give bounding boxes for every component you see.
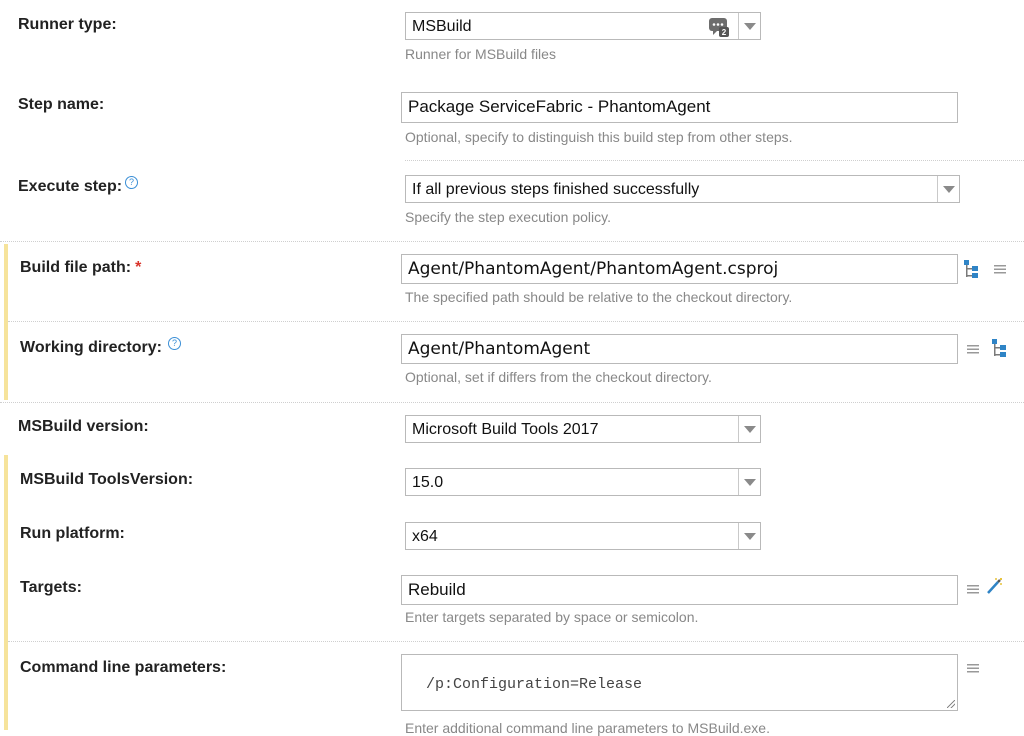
divider — [405, 160, 1024, 161]
execute-step-label-text: Execute step: — [18, 178, 123, 195]
execute-step-value: If all previous steps finished successfu… — [412, 181, 700, 198]
required-marker: * — [135, 259, 142, 276]
working-directory-note: Optional, set if differs from the checko… — [405, 369, 712, 385]
working-directory-label-text: Working directory: — [20, 339, 162, 356]
build-file-path-note: The specified path should be relative to… — [405, 289, 793, 305]
chevron-down-icon[interactable] — [738, 416, 760, 442]
targets-label: Targets: — [20, 579, 82, 596]
command-line-label: Command line parameters: — [20, 659, 227, 676]
build-file-path-label-text: Build file path: — [20, 259, 132, 276]
tools-version-label: MSBuild ToolsVersion: — [20, 471, 194, 488]
build-file-path-input[interactable]: Agent/PhantomAgent/PhantomAgent.csproj — [401, 254, 958, 284]
magic-wand-icon[interactable] — [985, 577, 1003, 595]
msbuild-version-label: MSBuild version: — [18, 418, 149, 435]
runner-type-label: Runner type: — [18, 16, 117, 33]
file-tree-icon[interactable] — [963, 259, 981, 278]
execute-step-label: Execute step:? — [18, 176, 139, 196]
build-file-path-label: Build file path: * — [20, 259, 141, 277]
runner-type-value: MSBuild — [412, 18, 472, 35]
help-circle-icon[interactable]: ? — [167, 337, 181, 350]
msbuild-version-select[interactable]: Microsoft Build Tools 2017 — [405, 415, 761, 443]
runner-type-select[interactable]: MSBuild 2 — [405, 12, 761, 40]
chevron-down-icon[interactable] — [738, 523, 760, 549]
targets-note: Enter targets separated by space or semi… — [405, 609, 699, 625]
help-circle-icon[interactable]: ? — [125, 176, 139, 189]
modified-marker — [4, 455, 8, 730]
run-platform-label: Run platform: — [20, 525, 125, 542]
text-list-icon[interactable] — [965, 581, 983, 599]
runner-type-note: Runner for MSBuild files — [405, 46, 556, 62]
working-directory-input[interactable]: Agent/PhantomAgent — [401, 334, 958, 364]
text-list-icon[interactable] — [992, 261, 1010, 279]
working-directory-label: Working directory:? — [20, 337, 181, 357]
text-list-icon[interactable] — [965, 341, 983, 359]
command-line-value: /p:Configuration=Release — [426, 676, 643, 693]
tools-version-select[interactable]: 15.0 — [405, 468, 761, 496]
resize-grip-icon[interactable] — [947, 700, 955, 708]
run-platform-select[interactable]: x64 — [405, 522, 761, 550]
chevron-down-icon[interactable] — [738, 13, 760, 39]
divider — [0, 241, 1024, 242]
text-list-icon[interactable] — [965, 660, 983, 678]
command-line-textarea[interactable]: /p:Configuration=Release — [401, 654, 958, 711]
run-platform-value: x64 — [412, 528, 438, 545]
command-line-note: Enter additional command line parameters… — [405, 720, 770, 736]
step-name-label: Step name: — [18, 96, 105, 113]
step-name-input[interactable]: Package ServiceFabric - PhantomAgent — [401, 92, 958, 123]
step-name-note: Optional, specify to distinguish this bu… — [405, 129, 793, 145]
file-tree-icon[interactable] — [991, 338, 1009, 357]
execute-step-select[interactable]: If all previous steps finished successfu… — [405, 175, 960, 203]
chevron-down-icon[interactable] — [937, 176, 959, 202]
targets-input[interactable]: Rebuild — [401, 575, 958, 605]
runner-badge-count: 2 — [722, 28, 727, 37]
execute-step-note: Specify the step execution policy. — [405, 209, 611, 225]
divider — [8, 321, 1024, 322]
tools-version-value: 15.0 — [412, 474, 444, 491]
chevron-down-icon[interactable] — [738, 469, 760, 495]
modified-marker — [4, 244, 8, 400]
divider — [0, 402, 1024, 403]
divider — [8, 641, 1024, 642]
msbuild-version-value: Microsoft Build Tools 2017 — [412, 421, 599, 438]
chat-badge-icon[interactable]: 2 — [708, 17, 730, 37]
